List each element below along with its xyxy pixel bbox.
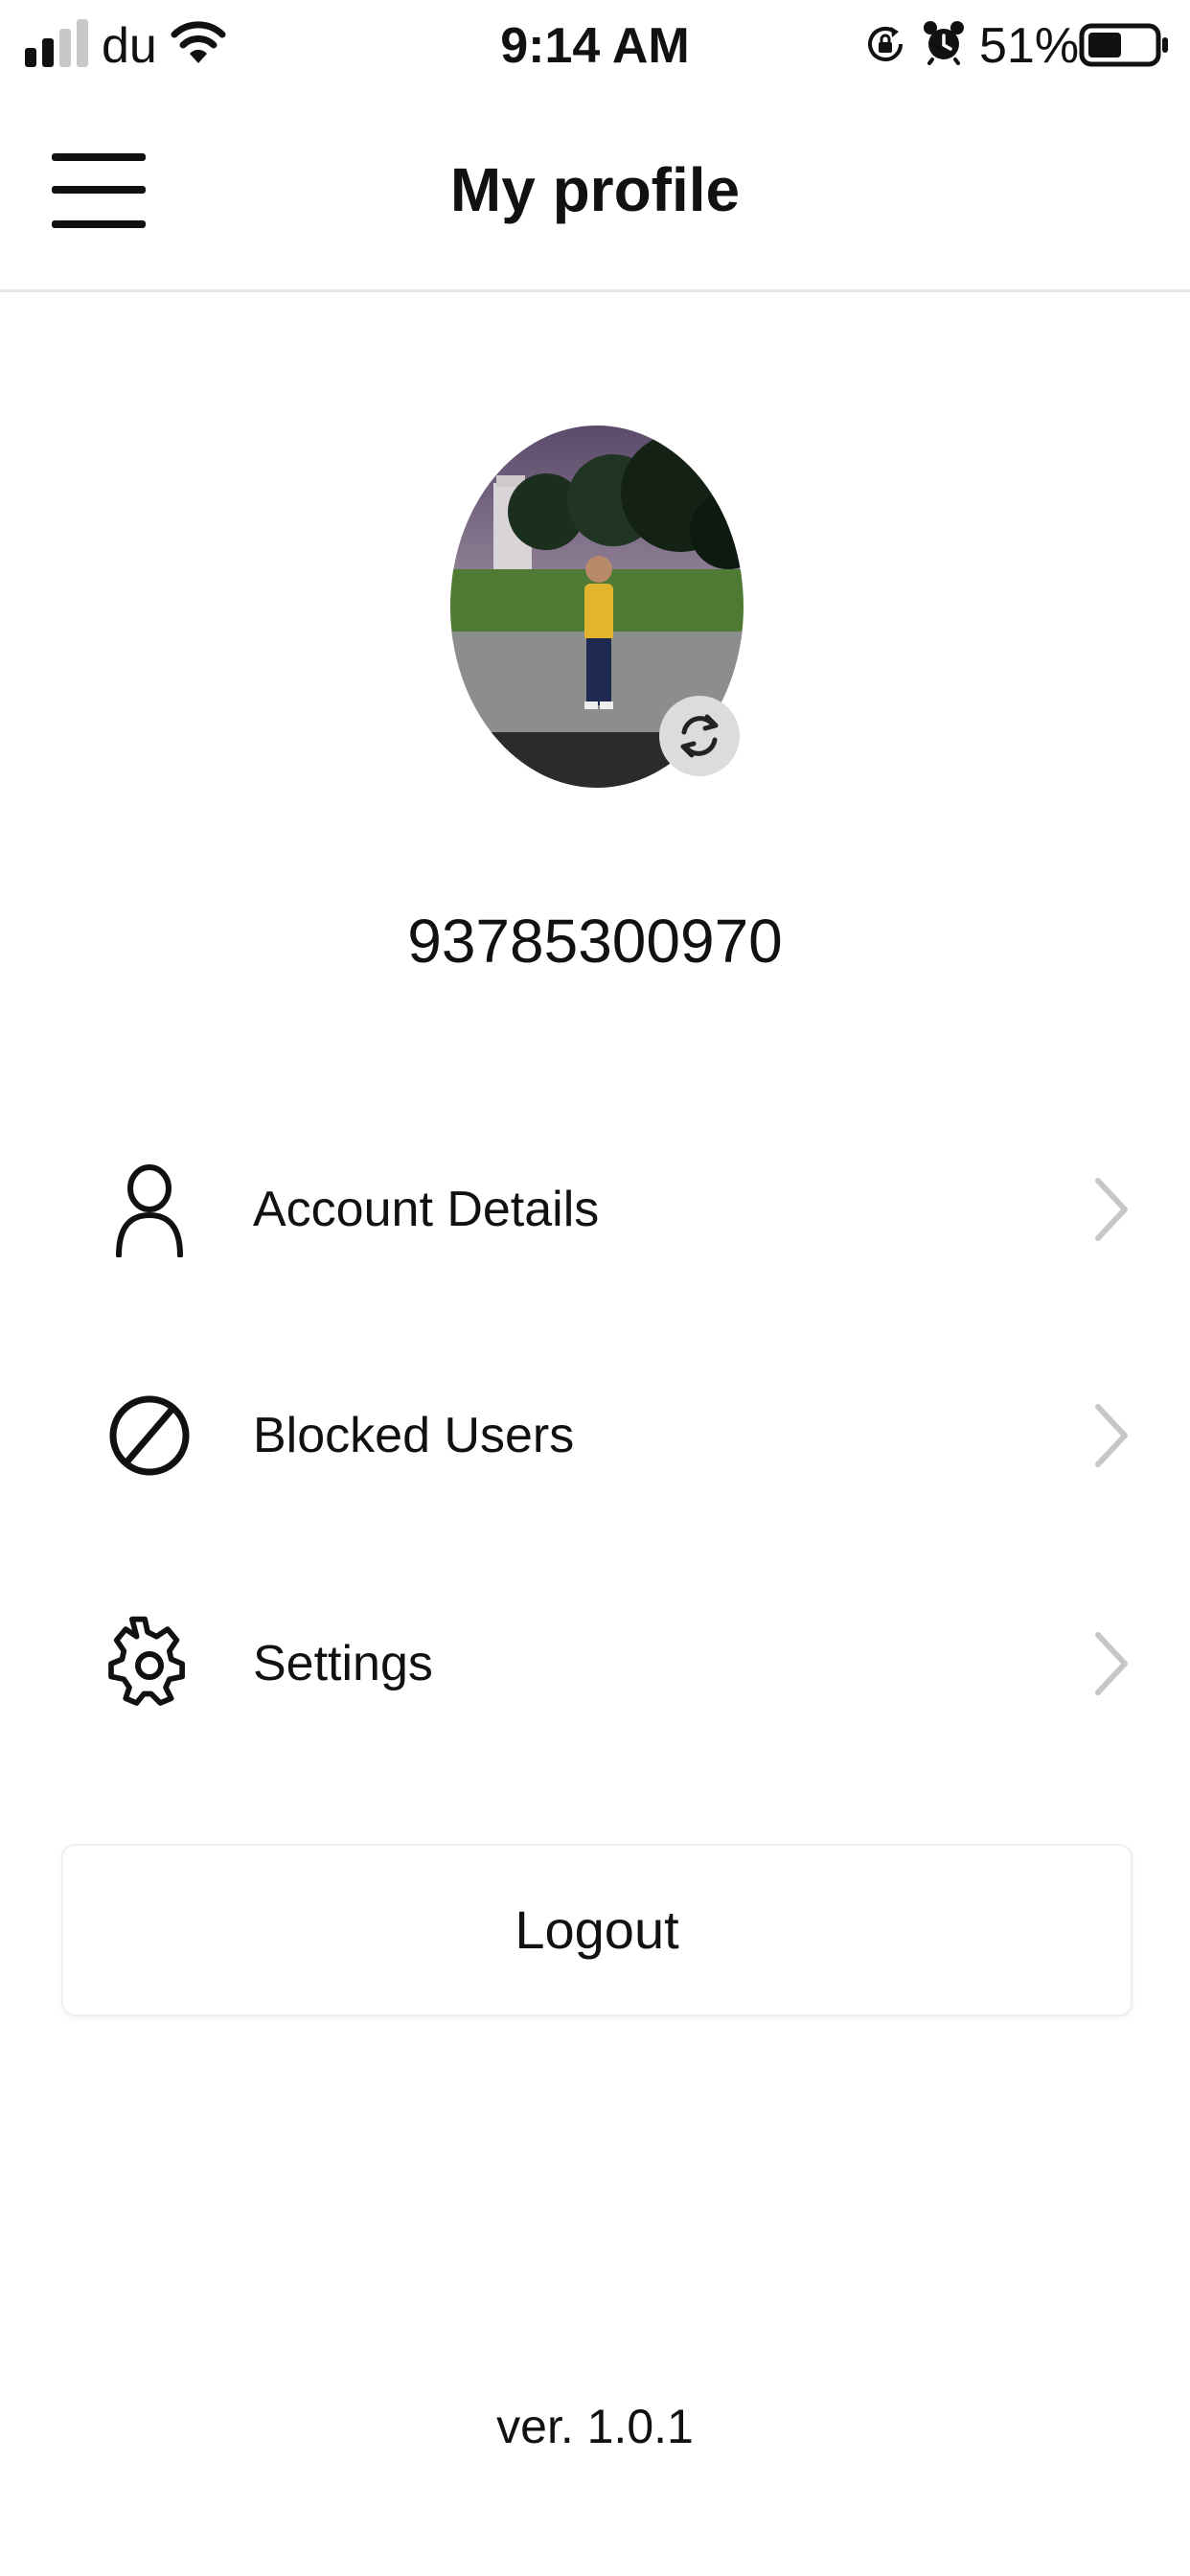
page-title: My profile <box>449 155 741 224</box>
logout-button[interactable]: Logout <box>61 1844 1133 2016</box>
menu-item-account-details[interactable]: Account Details <box>0 1114 1190 1305</box>
chevron-right-icon <box>1095 1404 1128 1467</box>
menu-item-blocked-users[interactable]: Blocked Users <box>0 1340 1190 1531</box>
orientation-lock-icon <box>868 27 903 61</box>
alarm-icon <box>924 21 964 65</box>
change-photo-button[interactable] <box>659 696 740 776</box>
battery-percent: 51% <box>979 18 1080 74</box>
menu-item-label: Account Details <box>253 1182 600 1237</box>
menu-item-label: Blocked Users <box>253 1408 575 1463</box>
chevron-right-icon <box>1095 1632 1128 1695</box>
profile-screen: du 9:14 AM 51% My profile 93785300970 Ac… <box>0 0 1190 2576</box>
battery-icon <box>1079 23 1168 67</box>
block-icon <box>109 1395 190 1476</box>
menu-item-settings[interactable]: Settings <box>0 1568 1190 1760</box>
chevron-right-icon <box>1095 1178 1128 1241</box>
gear-icon <box>108 1616 185 1706</box>
person-icon <box>116 1164 183 1257</box>
refresh-icon <box>680 714 719 758</box>
app-version: ver. 1.0.1 <box>496 2400 694 2453</box>
status-bar: du 9:14 AM 51% <box>0 0 1190 96</box>
menu-item-label: Settings <box>253 1636 433 1691</box>
nav-bar: My profile <box>0 96 1190 292</box>
phone-number: 93785300970 <box>407 907 783 976</box>
